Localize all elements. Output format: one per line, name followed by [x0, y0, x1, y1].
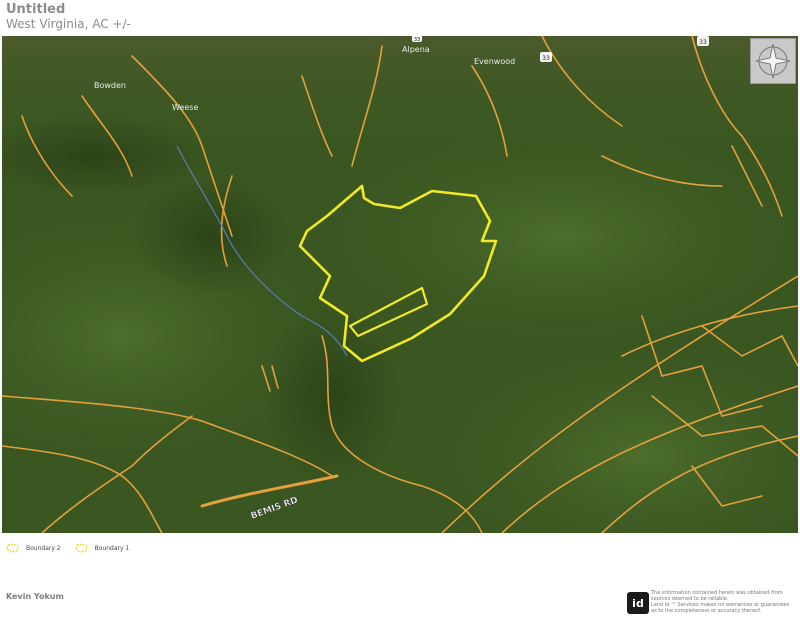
boundary-icon	[6, 543, 19, 553]
legend: Boundary 2 Boundary 1	[6, 543, 143, 553]
place-label-bowden: Bowden	[94, 81, 126, 90]
terrain-map[interactable]: Bowden Weese Alpena Evenwood 33 33 33 BE…	[2, 36, 798, 533]
land-id-logo: id	[627, 592, 649, 614]
owner-name: Kevin Yokum	[6, 592, 64, 601]
svg-text:33: 33	[542, 55, 550, 62]
route-shield: 33	[697, 36, 709, 46]
route-shield: 33	[540, 52, 552, 62]
compass-icon[interactable]	[750, 38, 796, 84]
legend-item-boundary-1: Boundary 1	[74, 543, 130, 553]
map-view[interactable]: Bowden Weese Alpena Evenwood 33 33 33 BE…	[2, 36, 798, 533]
place-label-alpena: Alpena	[402, 45, 430, 54]
place-label-weese: Weese	[172, 103, 198, 112]
page-subtitle: West Virginia, AC +/-	[6, 17, 131, 31]
boundary-icon	[74, 543, 88, 553]
svg-text:33: 33	[699, 39, 707, 46]
page-title: Untitled	[6, 2, 66, 17]
valley-creek	[262, 306, 402, 486]
svg-text:33: 33	[414, 37, 420, 43]
disclaimer: The information contained herein was obt…	[651, 590, 793, 614]
legend-item-boundary-2: Boundary 2	[6, 543, 61, 553]
valley-weese	[132, 176, 292, 296]
legend-label: Boundary 1	[94, 544, 130, 552]
legend-label: Boundary 2	[26, 544, 61, 552]
place-label-evenwood: Evenwood	[474, 57, 515, 66]
disclaimer-line: as to the completeness or accuracy there…	[651, 608, 762, 614]
